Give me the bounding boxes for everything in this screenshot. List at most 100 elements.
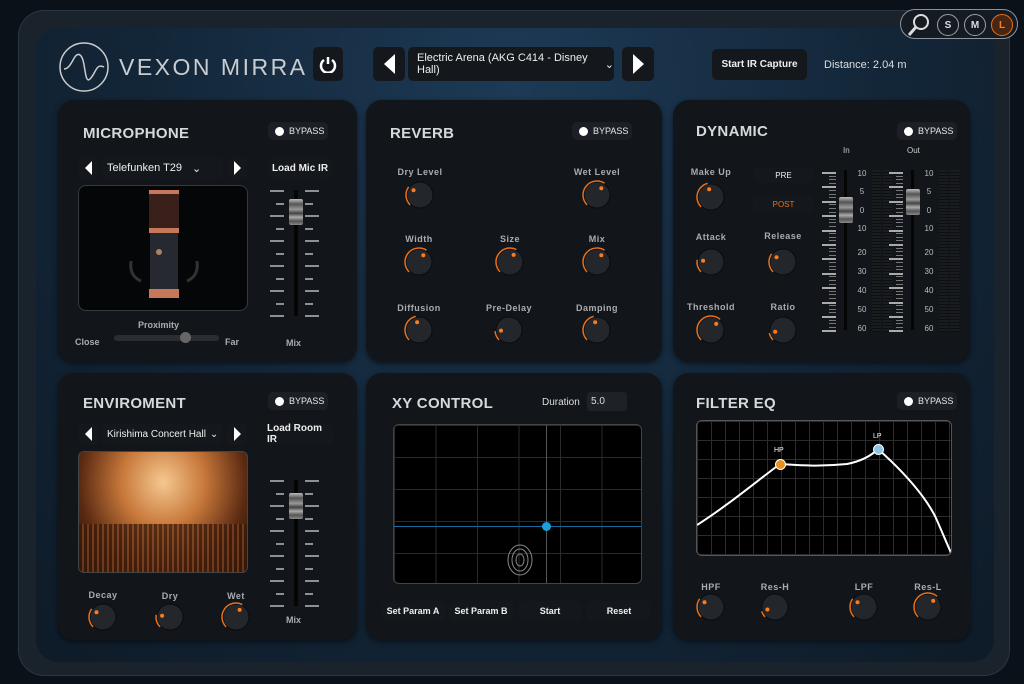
meter-tick (822, 229, 836, 232)
release-knob[interactable] (767, 246, 799, 278)
res-l-knob[interactable] (912, 591, 944, 623)
dry-knob[interactable] (154, 601, 186, 633)
meter-tick (829, 240, 836, 242)
post-button[interactable]: POST (753, 196, 814, 212)
damping-knob[interactable] (581, 314, 613, 346)
meter-tick (829, 251, 836, 253)
dynamic-bypass-toggle[interactable]: BYPASS (897, 122, 957, 140)
meter-tick (896, 294, 903, 296)
lpf-knob[interactable] (848, 591, 880, 623)
pre-delay-knob[interactable] (493, 314, 525, 346)
input-level-meter[interactable]: 10 5 0 10 20 30 40 50 60 (822, 168, 897, 334)
proximity-slider[interactable] (114, 332, 219, 343)
fader-tick (270, 555, 284, 557)
microphone-bypass-toggle[interactable]: BYPASS (268, 122, 328, 140)
hp-handle[interactable] (775, 459, 786, 470)
reverb-bypass-toggle[interactable]: BYPASS (572, 122, 632, 140)
wet-level-knob[interactable] (581, 179, 613, 211)
meter-tick (829, 283, 836, 285)
room-dropdown[interactable]: Kirishima Concert Hall ⌄ (101, 423, 223, 445)
in-fader-thumb[interactable] (839, 196, 853, 223)
meter-tick (889, 258, 903, 261)
proximity-label: Proximity (138, 320, 180, 330)
fader-tick (305, 240, 319, 242)
meter-scale-label: 0 (926, 206, 932, 215)
mic-model-dropdown[interactable]: Telefunken T29 ⌄ (101, 157, 223, 179)
size-s-button[interactable]: S (937, 14, 959, 36)
mic-next-button[interactable] (227, 157, 247, 179)
attack-label: Attack (695, 232, 727, 242)
threshold-knob[interactable] (695, 314, 727, 346)
xy-pad[interactable] (393, 424, 642, 584)
eq-graph[interactable]: HP LP (696, 420, 952, 556)
fader-thumb[interactable] (289, 198, 303, 225)
size-knob[interactable] (494, 246, 526, 278)
meter-tick (829, 218, 836, 220)
output-level-meter[interactable]: 10 5 0 10 20 30 40 50 60 (889, 168, 964, 334)
width-knob[interactable] (403, 246, 435, 278)
room-prev-button[interactable] (78, 423, 98, 445)
lp-handle[interactable] (873, 444, 884, 455)
hpf-knob[interactable] (695, 591, 727, 623)
fader-tick (305, 190, 319, 192)
power-button[interactable] (313, 47, 343, 81)
microphone-title: MICROPHONE (83, 125, 190, 142)
meter-tick (829, 197, 836, 199)
damping-label: Damping (575, 303, 618, 313)
mix-knob[interactable] (581, 246, 613, 278)
wet-knob[interactable] (220, 601, 252, 633)
duration-input[interactable]: 5.0 (587, 392, 627, 411)
meter-tick (829, 193, 836, 195)
environment-title: ENVIROMENT (83, 395, 187, 412)
meter-scale-label: 10 (924, 169, 934, 178)
meter-tick (889, 244, 903, 246)
set-param-a-button[interactable]: Set Param A (381, 601, 445, 621)
out-fader-thumb[interactable] (906, 188, 920, 215)
meter-scale-label: 0 (859, 206, 865, 215)
reverb-title: REVERB (390, 125, 455, 142)
preset-prev-button[interactable] (373, 47, 405, 81)
size-l-button[interactable]: L (991, 14, 1013, 36)
meter-tick (829, 280, 836, 281)
load-mic-ir-button[interactable]: Load Mic IR (267, 157, 333, 179)
meter-tick (896, 190, 903, 191)
set-param-b-button[interactable]: Set Param B (449, 601, 513, 621)
decay-knob[interactable] (87, 601, 119, 633)
start-button[interactable]: Start (518, 601, 582, 621)
reset-button[interactable]: Reset (587, 601, 651, 621)
size-m-button[interactable]: M (964, 14, 986, 36)
meter-tick (896, 319, 903, 321)
decay-label: Decay (88, 590, 118, 600)
diffusion-knob[interactable] (403, 314, 435, 346)
zoom-icon[interactable] (907, 12, 931, 38)
attack-knob[interactable] (695, 246, 727, 278)
in-meter-bar-l (872, 170, 881, 332)
make-up-knob[interactable] (695, 181, 727, 213)
preset-dropdown[interactable]: Electric Arena (AKG C414 - Disney Hall) ⌄ (408, 47, 614, 81)
fader-tick (276, 542, 284, 545)
start-ir-capture-button[interactable]: Start IR Capture (712, 49, 807, 80)
environment-bypass-toggle[interactable]: BYPASS (268, 392, 328, 410)
filter-bypass-toggle[interactable]: BYPASS (897, 392, 957, 410)
room-mix-fader[interactable] (268, 480, 326, 607)
xy-cursor[interactable] (542, 522, 551, 531)
mic-mix-fader[interactable] (268, 190, 326, 317)
size-selector: S M L (900, 9, 1018, 39)
fader-tick (270, 265, 284, 267)
mic-prev-button[interactable] (78, 157, 98, 179)
toggle-dot-icon (275, 126, 284, 136)
meter-tick (822, 172, 836, 174)
load-room-ir-button[interactable]: Load Room IR (267, 423, 333, 445)
meter-tick (829, 211, 836, 213)
pre-button[interactable]: PRE (753, 167, 814, 183)
logo-icon (59, 42, 109, 92)
concert-hall-image (78, 451, 248, 573)
room-next-button[interactable] (227, 423, 247, 445)
preset-next-button[interactable] (622, 47, 654, 81)
dry-level-knob[interactable] (404, 179, 436, 211)
ratio-knob[interactable] (767, 314, 799, 346)
fader-thumb[interactable] (289, 493, 303, 520)
meter-tick (889, 316, 903, 318)
res-h-knob[interactable] (759, 591, 791, 623)
preset-name: Electric Arena (AKG C414 - Disney Hall) (417, 52, 588, 76)
